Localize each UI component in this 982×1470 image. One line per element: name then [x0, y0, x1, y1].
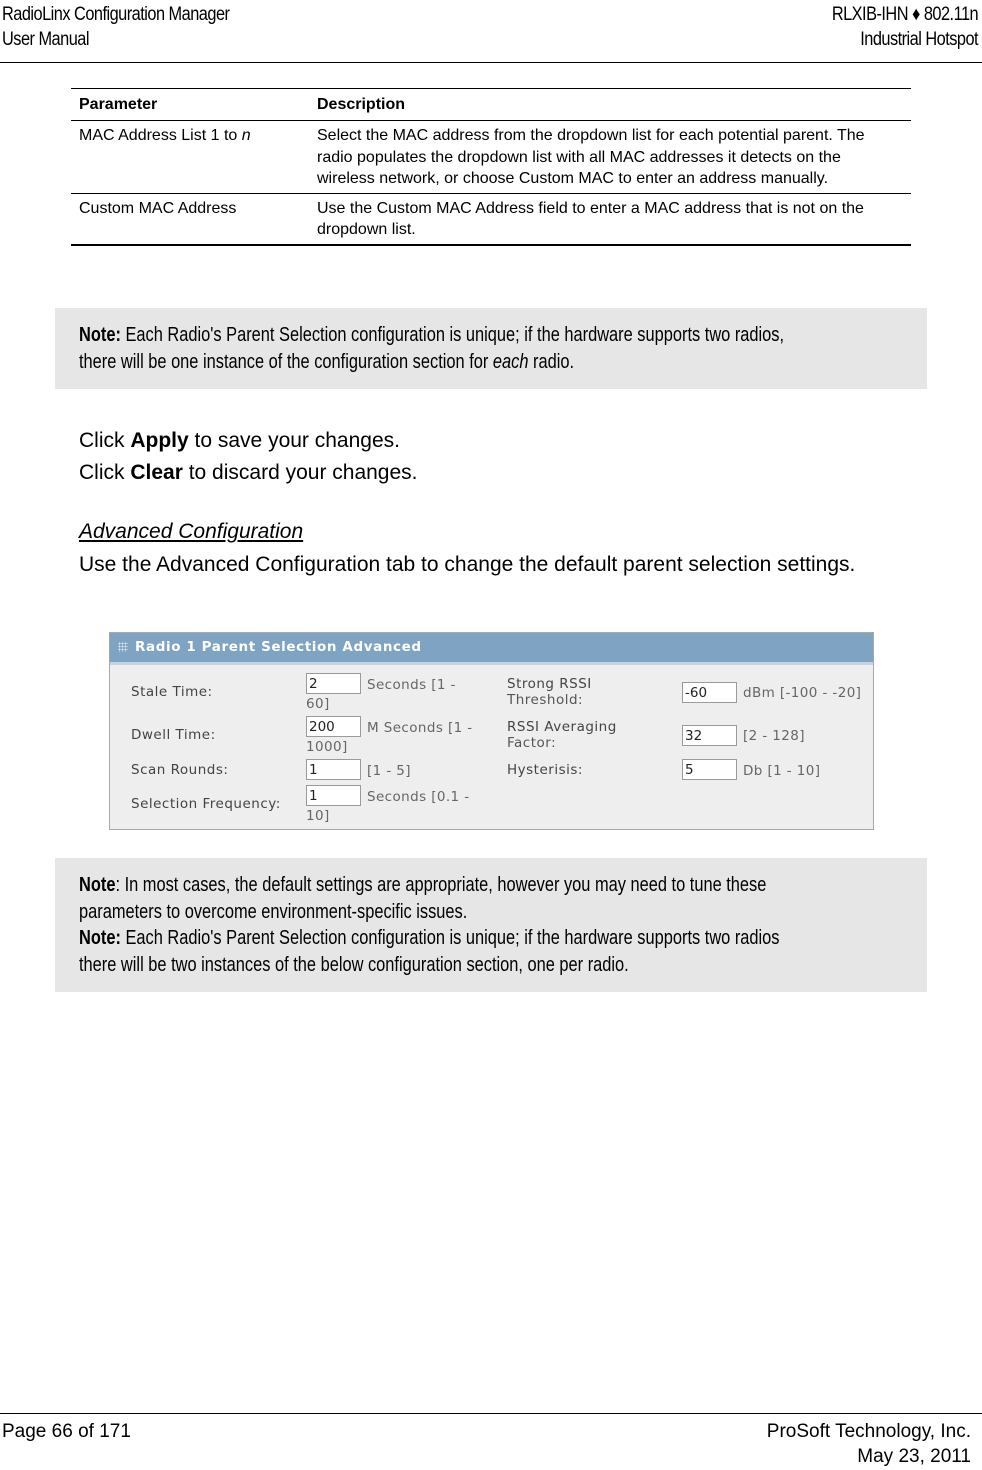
rssi-averaging-factor-input[interactable]: [682, 725, 737, 746]
clear-instruction: Click Clear to discard your changes.: [79, 460, 418, 486]
page-header: RadioLinx Configuration Manager User Man…: [0, 0, 982, 63]
hysterisis-input[interactable]: [682, 759, 737, 780]
description-cell: Select the MAC address from the dropdown…: [309, 120, 911, 194]
note-line: there will be two instances of the below…: [79, 952, 755, 979]
strong-rssi-threshold-unit: dBm [-100 - -20]: [743, 685, 862, 701]
rssi-averaging-factor-unit: [2 - 128]: [743, 728, 805, 744]
note-line: parameters to overcome environment-speci…: [79, 899, 755, 926]
selection-frequency-input[interactable]: [306, 785, 361, 806]
stale-time-unit-cont: 60]: [306, 696, 330, 712]
note-line: Note: Each Radio's Parent Selection conf…: [79, 322, 784, 349]
note-text: Each Radio's Parent Selection configurat…: [120, 927, 780, 949]
parameter-cell: MAC Address List 1 to n: [71, 120, 309, 194]
panel-title: Radio 1 Parent Selection Advanced: [135, 639, 422, 655]
label-line: RSSI Averaging: [507, 719, 617, 735]
instruction-text: Click: [79, 461, 131, 484]
header-doc-type: User Manual: [2, 29, 89, 50]
apply-instruction: Click Apply to save your changes.: [79, 428, 400, 454]
note-line: there will be one instance of the config…: [79, 349, 755, 376]
note-box-default-settings: Note: In most cases, the default setting…: [55, 858, 927, 992]
panel-header: Radio 1 Parent Selection Advanced: [110, 633, 873, 665]
parameter-cell: Custom MAC Address: [71, 193, 309, 246]
header-product-category: Industrial Hotspot: [860, 29, 978, 50]
advanced-configuration-heading: Advanced Configuration: [79, 520, 304, 543]
column-header-description: Description: [309, 88, 911, 121]
company-name: ProSoft Technology, Inc.: [766, 1421, 971, 1442]
instruction-text: to save your changes.: [188, 429, 400, 452]
stale-time-unit: Seconds [1 -: [367, 677, 456, 693]
stale-time-label: Stale Time:: [131, 684, 213, 700]
note-text: Each Radio's Parent Selection configurat…: [120, 324, 785, 346]
header-right: RLXIB-IHN ♦ 802.11n Industrial Hotspot: [808, 2, 979, 52]
apply-keyword: Apply: [130, 429, 189, 452]
table-row: MAC Address List 1 to n Select the MAC a…: [71, 120, 911, 194]
header-left: RadioLinx Configuration Manager User Man…: [2, 2, 266, 52]
parameter-table: Parameter Description MAC Address List 1…: [71, 88, 911, 246]
column-header-parameter: Parameter: [71, 88, 309, 121]
strong-rssi-threshold-input[interactable]: [682, 682, 737, 703]
note-text: there will be two instances of the below…: [79, 953, 629, 976]
parameter-name: Custom MAC Address: [79, 199, 237, 217]
parameter-name: MAC Address List 1 to: [79, 127, 242, 144]
hysterisis-unit: Db [1 - 10]: [743, 763, 821, 779]
note-label: Note: [79, 874, 116, 896]
note-text: : In most cases, the default settings ar…: [115, 874, 767, 896]
parameter-name-italic: n: [241, 127, 251, 144]
page-footer: Page 66 of 171 ProSoft Technology, Inc. …: [0, 1413, 982, 1470]
table-header-row: Parameter Description: [71, 88, 911, 121]
clear-keyword: Clear: [130, 461, 183, 484]
instruction-text: Click: [79, 429, 131, 452]
publish-date: May 23, 2011: [857, 1446, 971, 1467]
note-label: Note:: [79, 324, 121, 346]
note-text: there will be one instance of the config…: [79, 350, 493, 373]
label-line: Factor:: [507, 735, 557, 751]
note-line: Note: In most cases, the default setting…: [79, 872, 766, 899]
selection-frequency-label: Selection Frequency:: [131, 796, 281, 812]
note-label: Note:: [79, 927, 121, 949]
note-text: parameters to overcome environment-speci…: [79, 900, 468, 923]
scan-rounds-label: Scan Rounds:: [131, 762, 229, 778]
advanced-configuration-description: Use the Advanced Configuration tab to ch…: [79, 553, 856, 576]
dwell-time-input[interactable]: [306, 716, 361, 737]
grip-icon: [118, 642, 128, 652]
header-model: RLXIB-IHN ♦ 802.11n: [831, 4, 979, 25]
footer-right: ProSoft Technology, Inc. May 23, 2011: [767, 1419, 971, 1469]
dwell-time-unit-cont: 1000]: [306, 739, 348, 755]
strong-rssi-threshold-label: Strong RSSI Threshold:: [507, 676, 592, 708]
table-row: Custom MAC Address Use the Custom MAC Ad…: [71, 193, 911, 246]
hysterisis-label: Hysterisis:: [507, 762, 583, 778]
label-line: Threshold:: [507, 692, 584, 708]
label-line: Strong RSSI: [507, 676, 592, 692]
parent-selection-advanced-panel: Radio 1 Parent Selection Advanced Stale …: [109, 632, 874, 830]
dwell-time-label: Dwell Time:: [131, 727, 216, 743]
scan-rounds-input[interactable]: [306, 759, 361, 780]
stale-time-input[interactable]: [306, 673, 361, 694]
page-number: Page 66 of 171: [2, 1421, 131, 1442]
rssi-averaging-factor-label: RSSI Averaging Factor:: [507, 719, 617, 751]
note-line: Note: Each Radio's Parent Selection conf…: [79, 925, 780, 952]
dwell-time-unit: M Seconds [1 -: [367, 720, 473, 736]
note-text: radio.: [528, 350, 575, 373]
selection-frequency-unit: Seconds [0.1 -: [367, 789, 470, 805]
scan-rounds-unit: [1 - 5]: [367, 763, 411, 779]
description-cell: Use the Custom MAC Address field to ente…: [309, 193, 911, 246]
selection-frequency-unit-cont: 10]: [306, 808, 330, 824]
note-emphasis: each: [492, 350, 529, 373]
instruction-text: to discard your changes.: [182, 461, 418, 484]
note-box-radio-instance: Note: Each Radio's Parent Selection conf…: [55, 308, 927, 389]
header-product-name: RadioLinx Configuration Manager: [2, 4, 230, 25]
